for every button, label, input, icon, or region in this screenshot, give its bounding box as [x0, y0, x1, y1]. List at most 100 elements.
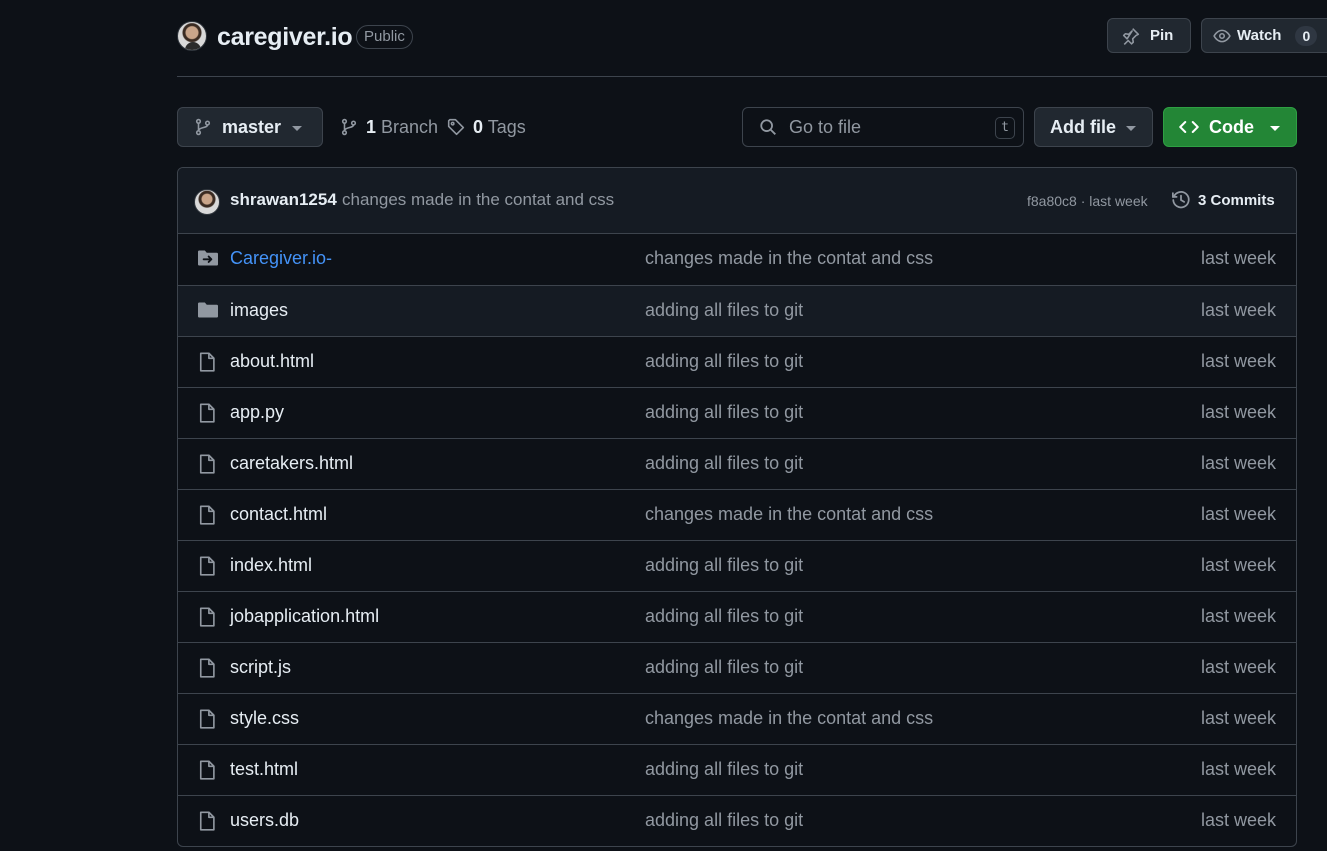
tag-count: 0 [473, 116, 484, 137]
branch-select-button[interactable]: master [177, 107, 323, 147]
file-row[interactable]: jobapplication.html adding all files to g… [178, 591, 1296, 642]
file-name[interactable]: index.html [230, 555, 312, 576]
file-row[interactable]: app.py adding all files to git last week [178, 387, 1296, 438]
file-name[interactable]: caretakers.html [230, 453, 353, 474]
visibility-badge: Public [356, 25, 413, 49]
chevron-down-icon [292, 126, 302, 131]
file-row[interactable]: caretakers.html adding all files to git la… [178, 438, 1296, 489]
repo-name[interactable]: caregiver.io [217, 23, 353, 52]
file-commit-date: last week [1200, 504, 1276, 524]
file-commit-message[interactable]: adding all files to git [645, 606, 803, 627]
tag-icon [447, 118, 465, 136]
add-file-label: Add file [1050, 116, 1116, 137]
file-icon [198, 505, 216, 525]
file-row[interactable]: Caregiver.io-changes made in the contat … [178, 234, 1296, 285]
file-name[interactable]: jobapplication.html [230, 606, 379, 627]
file-table: shrawan1254 changes made in the contat a… [177, 167, 1297, 847]
tags-link[interactable]: 0 Tags [447, 107, 526, 147]
pin-icon [1122, 27, 1140, 45]
go-to-file-input[interactable]: Go to file t [742, 107, 1024, 147]
commits-history-link[interactable]: 3 Commits [1171, 190, 1275, 210]
file-name[interactable]: users.db [230, 810, 299, 831]
chevron-down-icon [1126, 126, 1136, 131]
file-icon [198, 760, 216, 780]
file-commit-message[interactable]: adding all files to git [645, 402, 803, 423]
file-commit-date: last week [1200, 351, 1276, 371]
file-commit-date: last week [1200, 555, 1276, 575]
code-label: Code [1209, 116, 1254, 137]
commits-count-label: 3 Commits [1198, 191, 1275, 209]
file-commit-message[interactable]: changes made in the contat and css [645, 504, 933, 525]
tag-count-label: Tags [487, 116, 526, 137]
eye-icon [1213, 27, 1231, 45]
branch-name: master [222, 116, 282, 137]
file-row[interactable]: images adding all files to git last week [178, 285, 1296, 336]
watch-button[interactable]: Watch 0 [1201, 18, 1327, 53]
file-icon [198, 556, 216, 576]
file-name[interactable]: app.py [230, 402, 284, 423]
file-commit-message[interactable]: adding all files to git [645, 351, 803, 372]
file-icon [198, 658, 216, 678]
file-commit-date: last week [1200, 300, 1276, 320]
file-icon [198, 607, 216, 627]
file-row[interactable]: script.js adding all files to git last wee… [178, 642, 1296, 693]
file-commit-message[interactable]: changes made in the contat and css [645, 248, 933, 269]
add-file-button[interactable]: Add file [1034, 107, 1153, 147]
file-row[interactable]: contact.html changes made in the contat a… [178, 489, 1296, 540]
file-list: Caregiver.io-changes made in the contat … [178, 234, 1296, 846]
history-icon [1171, 190, 1191, 210]
commit-hash-time[interactable]: f8a80c8 · last week [1027, 193, 1148, 209]
file-name[interactable]: script.js [230, 657, 291, 678]
file-name[interactable]: test.html [230, 759, 298, 780]
branch-count: 1 [366, 116, 377, 137]
file-commit-date: last week [1200, 708, 1276, 728]
keyboard-shortcut-hint: t [995, 117, 1015, 139]
file-commit-message[interactable]: adding all files to git [645, 300, 803, 321]
file-commit-date: last week [1200, 759, 1276, 779]
file-commit-message[interactable]: adding all files to git [645, 759, 803, 780]
file-commit-date: last week [1200, 606, 1276, 626]
file-row[interactable]: style.css changes made in the contat and … [178, 693, 1296, 744]
file-icon [198, 352, 216, 372]
pin-button[interactable]: Pin [1107, 18, 1191, 53]
file-row[interactable]: users.db adding all files to git last week [178, 795, 1296, 846]
file-icon [198, 709, 216, 729]
file-commit-date: last week [1200, 810, 1276, 830]
owner-avatar[interactable] [177, 21, 207, 51]
latest-commit-bar: shrawan1254 changes made in the contat a… [178, 168, 1296, 234]
search-placeholder: Go to file [789, 116, 862, 137]
file-commit-message[interactable]: adding all files to git [645, 555, 803, 576]
file-row[interactable]: about.html adding all files to git last we… [178, 336, 1296, 387]
file-name[interactable]: Caregiver.io- [230, 248, 332, 269]
branches-link[interactable]: 1 Branch [340, 107, 438, 147]
branch-icon [340, 118, 358, 136]
file-commit-message[interactable]: changes made in the contat and css [645, 708, 933, 729]
file-commit-date: last week [1200, 248, 1276, 268]
file-commit-message[interactable]: adding all files to git [645, 810, 803, 831]
file-icon [198, 454, 216, 474]
file-icon [198, 811, 216, 831]
file-name[interactable]: images [230, 300, 288, 321]
watch-count: 0 [1295, 25, 1318, 46]
file-name[interactable]: style.css [230, 708, 299, 729]
chevron-down-icon [1270, 126, 1280, 131]
commit-message[interactable]: changes made in the contat and css [342, 190, 614, 210]
commit-author[interactable]: shrawan1254 [230, 190, 337, 210]
file-commit-date: last week [1200, 453, 1276, 473]
file-commit-date: last week [1200, 402, 1276, 422]
branch-icon [194, 118, 212, 136]
submodule-folder-icon [198, 249, 218, 267]
file-icon [198, 403, 216, 423]
file-commit-message[interactable]: adding all files to git [645, 657, 803, 678]
file-name[interactable]: about.html [230, 351, 314, 372]
file-row[interactable]: index.html adding all files to git last we… [178, 540, 1296, 591]
repo-page: caregiver.io Public Pin Watch 0 master 1… [177, 0, 1327, 851]
branch-count-label: Branch [381, 116, 439, 137]
file-name[interactable]: contact.html [230, 504, 327, 525]
file-row[interactable]: test.html adding all files to git last wee… [178, 744, 1296, 795]
watch-label: Watch [1237, 27, 1282, 44]
file-commit-message[interactable]: adding all files to git [645, 453, 803, 474]
code-button[interactable]: Code [1163, 107, 1297, 147]
author-avatar[interactable] [194, 189, 220, 215]
repo-toolbar: master 1 Branch 0 Tags Go to file t Add … [177, 107, 1327, 147]
